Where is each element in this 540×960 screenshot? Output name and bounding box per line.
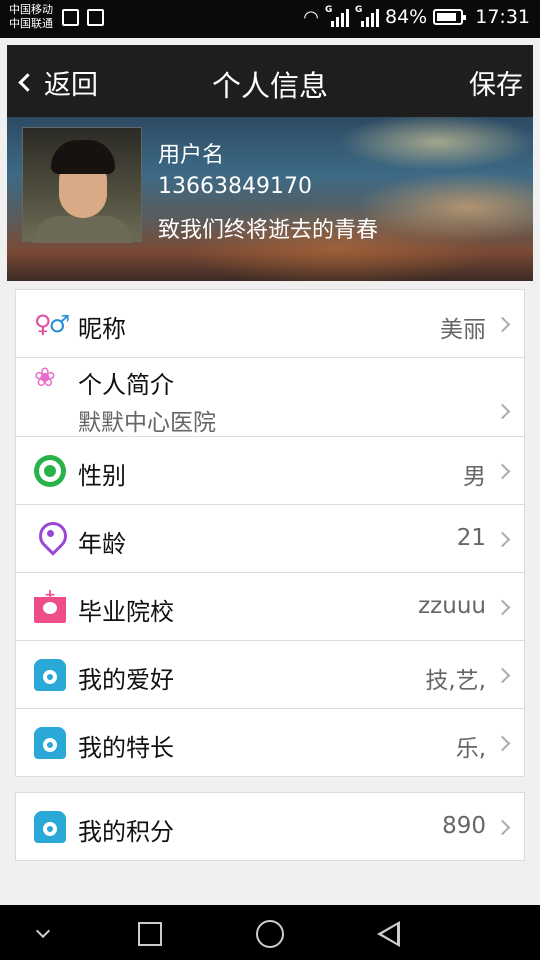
signal-type-label-1: G	[325, 5, 333, 15]
title-bar: 返回 个人信息 保存	[7, 45, 533, 117]
phone-number: 13663849170	[158, 174, 312, 199]
save-button[interactable]: 保存	[469, 63, 523, 102]
nurse-icon	[34, 587, 66, 623]
list-item-points[interactable]: 我的积分 890	[16, 793, 524, 860]
field-value: 默默中心医院	[78, 410, 216, 436]
phone-icon	[34, 811, 66, 843]
chevron-right-icon	[494, 463, 511, 480]
motto: 致我们终将逝去的青春	[158, 218, 379, 243]
field-label: 毕业院校	[78, 598, 174, 626]
battery-percent: 84%	[385, 6, 428, 28]
chevron-right-icon	[494, 531, 511, 548]
field-value: 男	[463, 464, 486, 490]
field-label: 昵称	[78, 315, 126, 343]
chevron-right-icon	[494, 735, 511, 752]
list-item-gender[interactable]: 性别 男	[16, 437, 524, 505]
home-icon[interactable]	[256, 920, 284, 948]
field-value: 技,艺,	[425, 668, 486, 694]
signal-icon-2: G	[355, 5, 379, 27]
back-triangle-icon[interactable]	[377, 921, 400, 947]
wifi-icon: ◠	[303, 6, 319, 28]
field-label: 我的爱好	[78, 666, 174, 694]
username: 用户名	[158, 143, 225, 168]
upload-notification-icon	[87, 9, 104, 26]
field-label: 性别	[78, 462, 126, 490]
status-bar: 中国移动 中国联通 ◠ G G 84% 17:31	[0, 0, 540, 38]
chevron-right-icon	[494, 403, 511, 420]
page-title: 个人信息	[211, 69, 328, 103]
signal-icon-1: G	[325, 5, 349, 27]
phone-icon	[34, 659, 66, 691]
chevron-right-icon	[494, 599, 511, 616]
field-value: 美丽	[440, 317, 486, 343]
profile-banner: 用户名 13663849170 致我们终将逝去的青春	[7, 117, 533, 281]
signal-type-label-2: G	[355, 5, 363, 15]
list-item-nickname[interactable]: ♀♂ 昵称 美丽	[16, 290, 524, 358]
field-label: 我的积分	[78, 818, 174, 846]
field-value: 21	[456, 525, 486, 551]
field-label: 年龄	[78, 530, 126, 558]
carrier-name-1: 中国移动	[9, 3, 53, 16]
field-label: 个人简介	[78, 371, 174, 399]
avatar[interactable]	[22, 127, 142, 243]
list-item-specialties[interactable]: 我的特长 乐,	[16, 709, 524, 777]
points-card: 我的积分 890	[15, 792, 525, 861]
carrier-name-2: 中国联通	[9, 17, 53, 30]
lotus-icon: ❀	[34, 363, 56, 393]
list-item-age[interactable]: 年龄 21	[16, 505, 524, 573]
chevron-right-icon	[494, 316, 511, 333]
status-indicators: ◠ G G 84% 17:31	[303, 5, 530, 28]
image-notification-icon	[62, 9, 79, 26]
field-value: 890	[442, 813, 486, 839]
field-value: 乐,	[455, 736, 486, 762]
clock: 17:31	[475, 6, 530, 28]
list-item-hobbies[interactable]: 我的爱好 技,艺,	[16, 641, 524, 709]
battery-icon	[433, 9, 467, 25]
hide-nav-icon[interactable]	[35, 923, 51, 939]
chevron-right-icon	[494, 819, 511, 836]
system-nav-bar	[0, 905, 540, 960]
list-item-school[interactable]: 毕业院校 zzuuu	[16, 573, 524, 641]
phone-icon	[34, 727, 66, 759]
target-icon	[34, 455, 66, 487]
gender-icon: ♀♂	[34, 310, 70, 338]
profile-header: 返回 个人信息 保存 用户名 13663849170 致我们终将逝去的青春	[7, 45, 533, 281]
carrier-info: 中国移动 中国联通	[9, 3, 53, 31]
field-label: 我的特长	[78, 734, 174, 762]
profile-fields-list: ♀♂ 昵称 美丽 ❀ 个人简介 默默中心医院 性别 男 年龄 21 毕业院校 z…	[15, 289, 525, 777]
chevron-right-icon	[494, 667, 511, 684]
location-pin-icon	[34, 522, 66, 554]
recent-apps-icon[interactable]	[138, 922, 162, 946]
list-item-bio[interactable]: ❀ 个人简介 默默中心医院	[16, 358, 524, 437]
field-value: zzuuu	[418, 593, 486, 619]
notification-icons	[62, 9, 104, 26]
